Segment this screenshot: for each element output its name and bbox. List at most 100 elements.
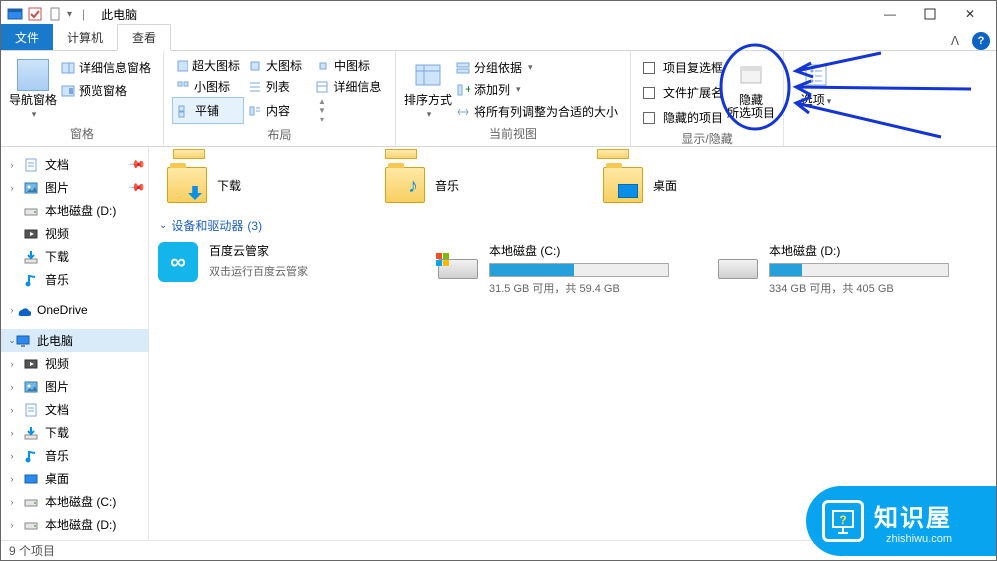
layout-tiles[interactable]: 平铺	[172, 97, 244, 124]
group-by-button[interactable]: 分组依据	[452, 57, 622, 78]
chk-hidden-items[interactable]: 隐藏的项目	[639, 107, 727, 128]
folder-icon	[167, 167, 207, 203]
onedrive-icon	[15, 302, 31, 318]
device-item-0[interactable]: ∞ 百度云管家 双击运行百度云管家	[157, 242, 417, 296]
layout-lg[interactable]: 大图标	[244, 55, 312, 76]
nav-item--5[interactable]: 音乐	[1, 268, 148, 291]
nav-item--12[interactable]: › 文档	[1, 398, 148, 421]
drive-icon	[23, 203, 39, 219]
expand-icon[interactable]: ›	[7, 520, 17, 530]
hide-selected-button[interactable]: 隐藏所选项目	[727, 55, 775, 128]
layout-xl[interactable]: 超大图标	[172, 55, 244, 76]
nav-item--0[interactable]: › 文档 📌	[1, 153, 148, 176]
preview-pane-toggle[interactable]: 预览窗格	[57, 80, 155, 101]
folder-label: 下载	[217, 177, 241, 194]
expand-icon[interactable]: ›	[7, 359, 17, 369]
ribbon-collapse-icon[interactable]: ᐱ	[944, 34, 966, 48]
video-icon	[23, 356, 39, 372]
expand-icon[interactable]: ›	[7, 451, 17, 461]
qat-checkbox-icon[interactable]	[27, 6, 43, 22]
nav-item--3[interactable]: 视频	[1, 222, 148, 245]
nav-item--15[interactable]: › 桌面	[1, 467, 148, 490]
layout-content[interactable]: 内容	[244, 97, 312, 124]
expand-icon[interactable]: ⌄	[7, 335, 17, 346]
tab-computer[interactable]: 计算机	[53, 25, 117, 50]
close-button[interactable]: ✕	[950, 1, 990, 27]
folder-partial-icon	[173, 149, 205, 159]
dl-icon	[23, 249, 39, 265]
tab-file[interactable]: 文件	[1, 24, 53, 50]
fit-columns-button[interactable]: 将所有列调整为合适的大小	[452, 101, 622, 122]
svg-text:+: +	[465, 83, 470, 96]
nav-item--1[interactable]: › 图片 📌	[1, 176, 148, 199]
layout-list[interactable]: 列表	[244, 76, 312, 97]
details-pane-toggle[interactable]: 详细信息窗格	[57, 57, 155, 78]
nav-item-D-17[interactable]: › 本地磁盘 (D:)	[1, 513, 148, 536]
nav-item-label: 音乐	[45, 447, 69, 464]
maximize-button[interactable]	[910, 1, 950, 27]
chk-item-checkboxes[interactable]: 项目复选框	[639, 57, 727, 78]
device-item-1[interactable]: 本地磁盘 (C:) 31.5 GB 可用，共 59.4 GB	[437, 242, 697, 296]
expand-icon[interactable]: ›	[7, 428, 17, 438]
section-count: (3)	[247, 219, 262, 233]
nav-item--4[interactable]: 下载	[1, 245, 148, 268]
nav-item--14[interactable]: › 音乐	[1, 444, 148, 467]
ribbon-group-panes: 导航窗格 详细信息窗格 预览窗格 窗格	[1, 51, 164, 146]
layout-scroll-down-icon[interactable]: ▼	[318, 106, 326, 115]
expand-icon[interactable]: ›	[7, 474, 17, 484]
expand-icon[interactable]: ›	[7, 160, 17, 170]
sort-button[interactable]: 排序方式	[404, 55, 452, 123]
music-icon	[23, 272, 39, 288]
section-devices-header[interactable]: ⌄ 设备和驱动器 (3)	[157, 213, 984, 242]
layout-md[interactable]: 中图标	[312, 55, 380, 76]
cloud-app-icon: ∞	[158, 242, 198, 282]
expand-icon[interactable]: ›	[7, 382, 17, 392]
nav-item--11[interactable]: › 图片	[1, 375, 148, 398]
nav-item-label: 视频	[45, 355, 69, 372]
content-pane[interactable]: 下载 ♪ 音乐 桌面 ⌄ 设备和驱动器 (3) ∞ 百度云管家 双击运行百度云管家…	[149, 147, 996, 540]
folder-item-desk[interactable]: 桌面	[603, 167, 803, 203]
folder-item-dl[interactable]: 下载	[167, 167, 367, 203]
watermark-sub: zhishiwu.com	[874, 533, 952, 545]
group-label-view: 当前视图	[404, 123, 622, 144]
minimize-button[interactable]: —	[870, 1, 910, 27]
nav-item-label: 图片	[45, 179, 69, 196]
nav-pane-label: 导航窗格	[9, 94, 57, 120]
nav-item--10[interactable]: › 视频	[1, 352, 148, 375]
layout-expand-icon[interactable]: ▾	[320, 115, 324, 124]
nav-item--9[interactable]: ⌄ 此电脑	[1, 329, 148, 352]
folder-label: 音乐	[435, 177, 459, 194]
hide-selected-label: 隐藏所选项目	[727, 94, 775, 120]
nav-item-label: 下载	[45, 424, 69, 441]
help-icon[interactable]: ?	[972, 32, 990, 50]
nav-item--13[interactable]: › 下载	[1, 421, 148, 444]
pin-icon[interactable]: 📌	[128, 178, 147, 197]
pin-icon[interactable]: 📌	[128, 155, 147, 174]
qat-overflow-icon[interactable]: ▾	[67, 9, 72, 20]
expand-icon[interactable]: ›	[7, 405, 17, 415]
qat-doc-icon[interactable]	[47, 6, 63, 22]
pic-icon	[23, 379, 39, 395]
nav-item-D-2[interactable]: 本地磁盘 (D:)	[1, 199, 148, 222]
nav-item-label: OneDrive	[37, 303, 88, 317]
layout-scroll-up-icon[interactable]: ▲	[318, 97, 326, 106]
chk-file-extensions[interactable]: 文件扩展名	[639, 82, 727, 103]
nav-pane[interactable]: › 文档 📌› 图片 📌 本地磁盘 (D:) 视频 下载 音乐 › OneDri…	[1, 147, 149, 540]
expand-icon[interactable]: ›	[7, 305, 17, 315]
group-label-showhide: 显示/隐藏	[639, 128, 775, 149]
options-button[interactable]: 选项	[792, 55, 840, 126]
device-item-2[interactable]: 本地磁盘 (D:) 334 GB 可用，共 405 GB	[717, 242, 977, 296]
expand-icon[interactable]: ›	[7, 183, 17, 193]
nav-pane-button[interactable]: 导航窗格	[9, 55, 57, 123]
title-separator: |	[82, 7, 85, 21]
nav-item-C-16[interactable]: › 本地磁盘 (C:)	[1, 490, 148, 513]
nav-item-OneDrive-7[interactable]: › OneDrive	[1, 299, 148, 321]
tab-view[interactable]: 查看	[117, 24, 171, 51]
watermark-title: 知识屋	[874, 498, 952, 533]
details-pane-label: 详细信息窗格	[79, 59, 151, 76]
add-column-button[interactable]: +添加列	[452, 79, 622, 100]
folder-item-music[interactable]: ♪ 音乐	[385, 167, 585, 203]
layout-sm[interactable]: 小图标	[172, 76, 244, 97]
expand-icon[interactable]: ›	[7, 497, 17, 507]
layout-details[interactable]: 详细信息	[311, 76, 387, 97]
